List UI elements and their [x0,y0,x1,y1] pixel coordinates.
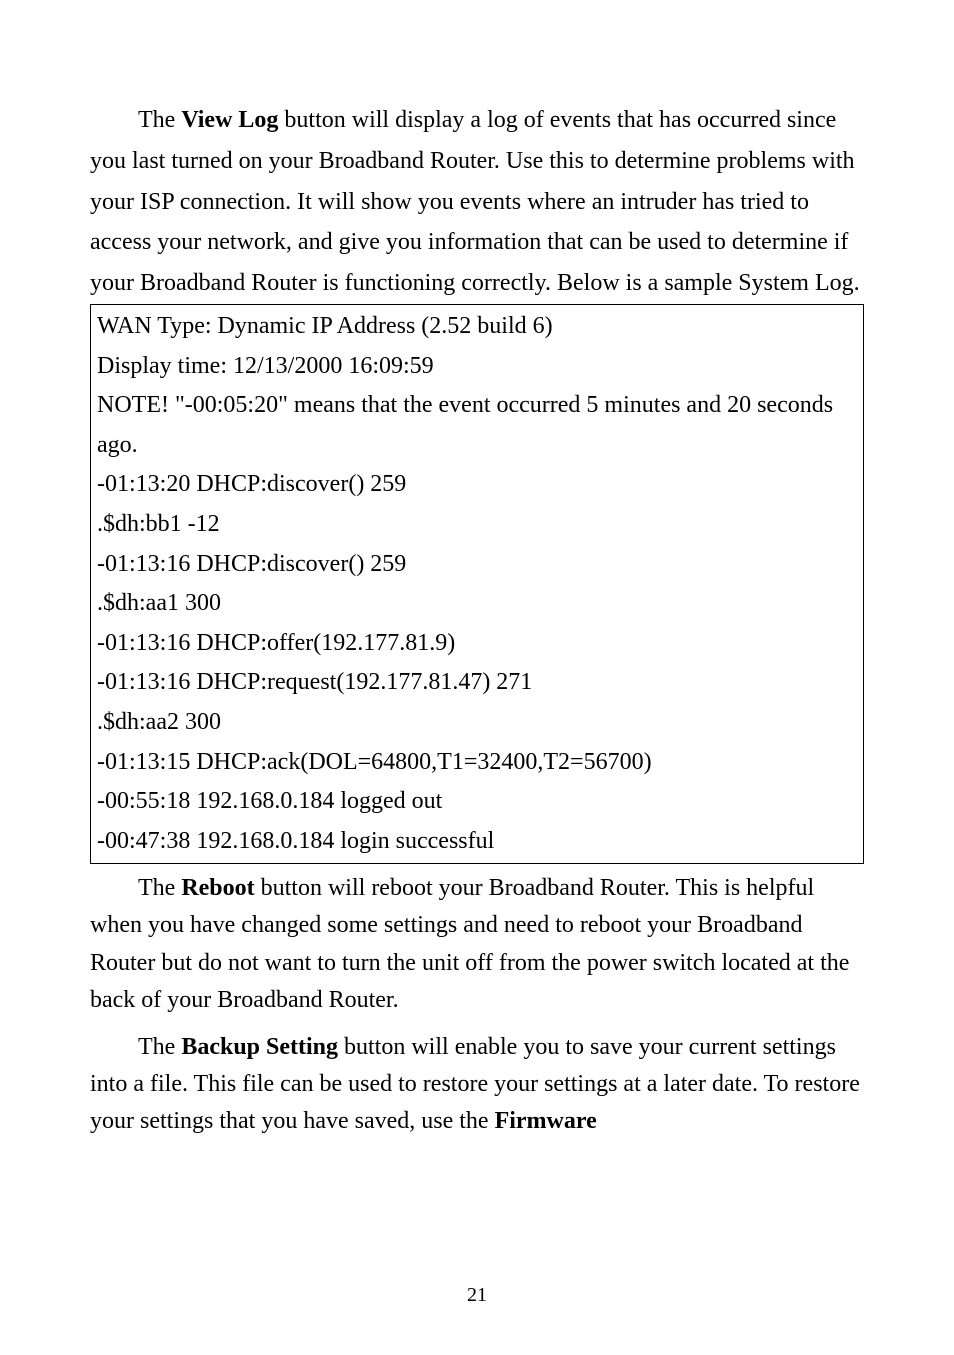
intro-text-post: button will display a log of events that… [90,107,860,296]
reboot-paragraph: The Reboot button will reboot your Broad… [90,870,864,1019]
log-line-1: WAN Type: Dynamic IP Address (2.52 build… [97,307,857,347]
log-line-11: -01:13:15 DHCP:ack(DOL=64800,T1=32400,T2… [97,743,857,783]
log-line-13: -00:47:38 192.168.0.184 login successful [97,822,857,862]
backup-paragraph: The Backup Setting button will enable yo… [90,1029,864,1141]
log-line-4: -01:13:20 DHCP:discover() 259 [97,465,857,505]
intro-text-pre: The [138,107,181,133]
log-line-10: .$dh:aa2 300 [97,703,857,743]
log-line-8: -01:13:16 DHCP:offer(192.177.81.9) [97,624,857,664]
intro-paragraph: The View Log button will display a log o… [90,100,864,304]
log-line-2: Display time: 12/13/2000 16:09:59 [97,347,857,387]
log-line-6: -01:13:16 DHCP:discover() 259 [97,545,857,585]
page-number: 21 [0,1284,954,1307]
log-line-3: NOTE! "-00:05:20" means that the event o… [97,386,857,465]
log-line-9: -01:13:16 DHCP:request(192.177.81.47) 27… [97,663,857,703]
reboot-pre: The [138,875,181,901]
backup-pre: The [138,1034,181,1060]
system-log-box: WAN Type: Dynamic IP Address (2.52 build… [90,304,864,864]
view-log-bold: View Log [181,107,278,133]
log-line-5: .$dh:bb1 -12 [97,505,857,545]
reboot-bold: Reboot [181,875,254,901]
log-line-12: -00:55:18 192.168.0.184 logged out [97,782,857,822]
backup-setting-bold: Backup Setting [181,1034,338,1060]
firmware-bold: Firmware [495,1108,597,1134]
log-line-7: .$dh:aa1 300 [97,584,857,624]
